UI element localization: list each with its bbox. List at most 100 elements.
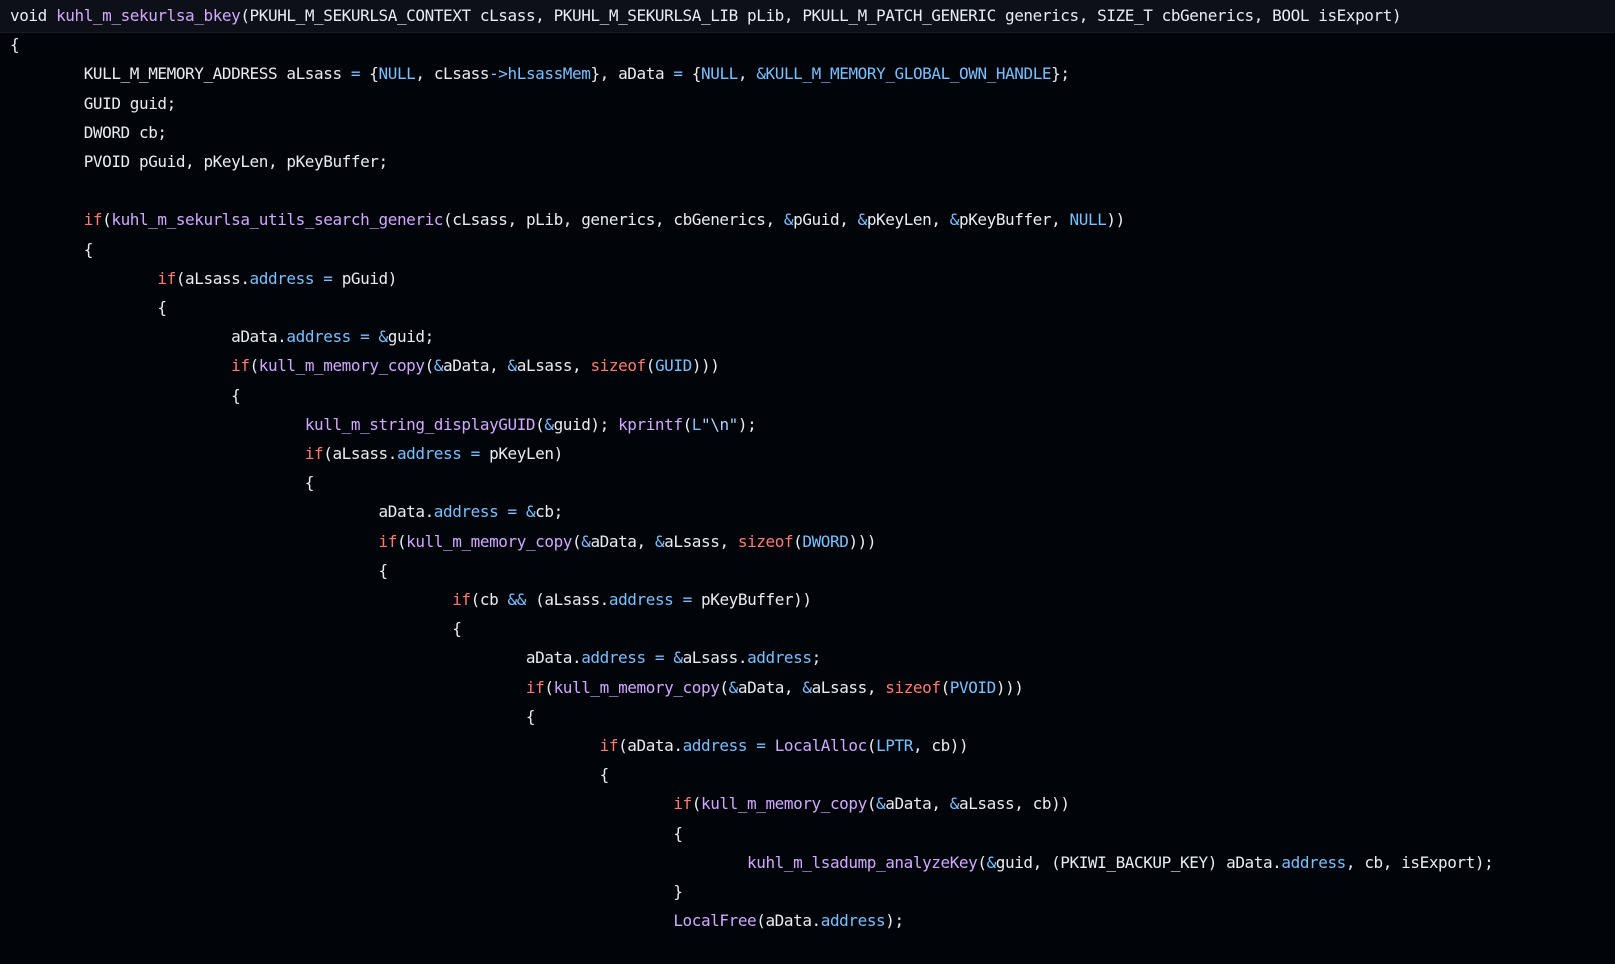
code-token: DWORD cb; (10, 122, 167, 142)
code-token: } (10, 882, 683, 901)
code-token: { (10, 765, 610, 785)
code-token: ); (737, 414, 757, 434)
code-token: void (10, 6, 57, 25)
code-token: kuhl_m_sekurlsa_utils_search_generic (111, 210, 444, 230)
code-line: GUID guid; (10, 90, 177, 118)
code-token: { (10, 619, 462, 639)
code-token: address (581, 648, 646, 668)
code-token: aLsass, (664, 531, 738, 551)
code-token: ( (544, 677, 554, 697)
code-token: address (396, 444, 462, 463)
code-token: = (654, 648, 665, 668)
code-token: ( (424, 356, 435, 376)
code-token: address (286, 327, 351, 347)
code-line: { (10, 820, 683, 848)
code-token: GUID guid; (10, 93, 177, 113)
code-token: DWORD (802, 531, 849, 551)
code-token: = (470, 444, 481, 463)
code-line: DWORD cb; (10, 119, 167, 147)
code-line: aData.address = &guid; (10, 323, 434, 351)
code-token: { (10, 298, 167, 317)
code-token: kull_m_string_displayGUID (304, 414, 536, 434)
code-token: = (350, 64, 361, 84)
code-token: kull_m_memory_copy (700, 794, 867, 814)
code-token: ( (249, 356, 260, 376)
code-token: pKeyLen, (866, 210, 950, 230)
code-token: (aLsass. (525, 590, 609, 609)
code-token: NULL (1069, 210, 1107, 230)
code-token: (aLsass. (323, 444, 397, 463)
code-token: KULL_M_MEMORY_ADDRESS aLsass (10, 64, 351, 84)
code-token: if (673, 794, 692, 814)
code-line: if(aData.address = LocalAlloc(LPTR, cb)) (10, 732, 969, 760)
code-token: sizeof (885, 677, 941, 697)
code-token: cb; (535, 502, 563, 522)
code-token: & (728, 677, 739, 697)
code-token: NULL (701, 64, 738, 84)
code-line: PVOID pGuid, pKeyLen, pKeyBuffer; (10, 148, 388, 176)
code-line: if(kull_m_memory_copy(&aData, &aLsass, c… (10, 790, 1070, 818)
code-line: void kuhl_m_sekurlsa_bkey(PKUHL_M_SEKURL… (10, 2, 1402, 30)
code-token: & (673, 648, 683, 668)
code-token: aData, (590, 531, 655, 551)
code-line: if(kull_m_memory_copy(&aData, &aLsass, s… (10, 352, 720, 380)
code-token: ))) (691, 356, 720, 376)
code-token: & (654, 531, 665, 551)
code-token: )) (1106, 210, 1125, 230)
code-token: LPTR (876, 736, 913, 755)
code-token: KULL_M_MEMORY_GLOBAL_OWN_HANDLE (765, 64, 1052, 84)
code-token: ( (645, 356, 656, 376)
code-token: aData. (10, 502, 435, 522)
code-token: pKeyBuffer)) (691, 590, 812, 609)
code-line: aData.address = &aLsass.address; (10, 644, 821, 672)
code-token: sizeof (737, 531, 794, 551)
code-token: (cLsass, pLib, generics, cbGenerics, (443, 210, 784, 230)
code-token: { (682, 64, 702, 84)
code-line: aData.address = &cb; (10, 498, 564, 526)
code-line: LocalFree(aData.address); (10, 907, 904, 935)
code-token: LocalAlloc (774, 736, 868, 755)
code-token: if (452, 590, 471, 609)
code-token: (aData. (618, 736, 683, 755)
code-token: }; (1051, 64, 1070, 84)
code-token: sizeof (590, 356, 646, 376)
code-token: , (737, 64, 757, 84)
code-token: { (10, 239, 94, 259)
code-token: ( (977, 852, 987, 872)
code-token: kprintf (618, 414, 683, 434)
code-token: }, aData (590, 64, 674, 84)
code-token: (PKUHL_M_SEKURLSA_CONTEXT cLsass, PKUHL_… (240, 6, 1402, 25)
code-token: & (544, 414, 554, 434)
code-token: aLsass, cb)) (958, 794, 1070, 814)
code-line: { (10, 761, 610, 789)
code-token: pKeyLen) (479, 444, 563, 463)
code-token: ( (691, 794, 702, 814)
code-line: { (10, 469, 315, 497)
code-token: address (820, 911, 886, 931)
code-token: ))) (848, 531, 877, 551)
code-token: address (747, 648, 812, 668)
code-token: if (599, 736, 619, 755)
code-token: = (756, 736, 766, 755)
code-token: ( (793, 531, 803, 551)
code-token: if (231, 356, 250, 376)
code-token: guid); (553, 414, 619, 434)
code-token: ( (719, 677, 729, 697)
code-token: LocalFree (673, 911, 757, 931)
code-token: PVOID (949, 677, 996, 697)
code-token: guid; (387, 327, 434, 347)
code-token: address (1281, 852, 1346, 872)
code-token: GUID (654, 356, 692, 376)
code-token: , cb)) (912, 736, 969, 755)
code-editor[interactable]: void kuhl_m_sekurlsa_bkey(PKUHL_M_SEKURL… (0, 0, 1615, 964)
code-token: & (756, 64, 766, 84)
code-token: -> (489, 64, 508, 84)
